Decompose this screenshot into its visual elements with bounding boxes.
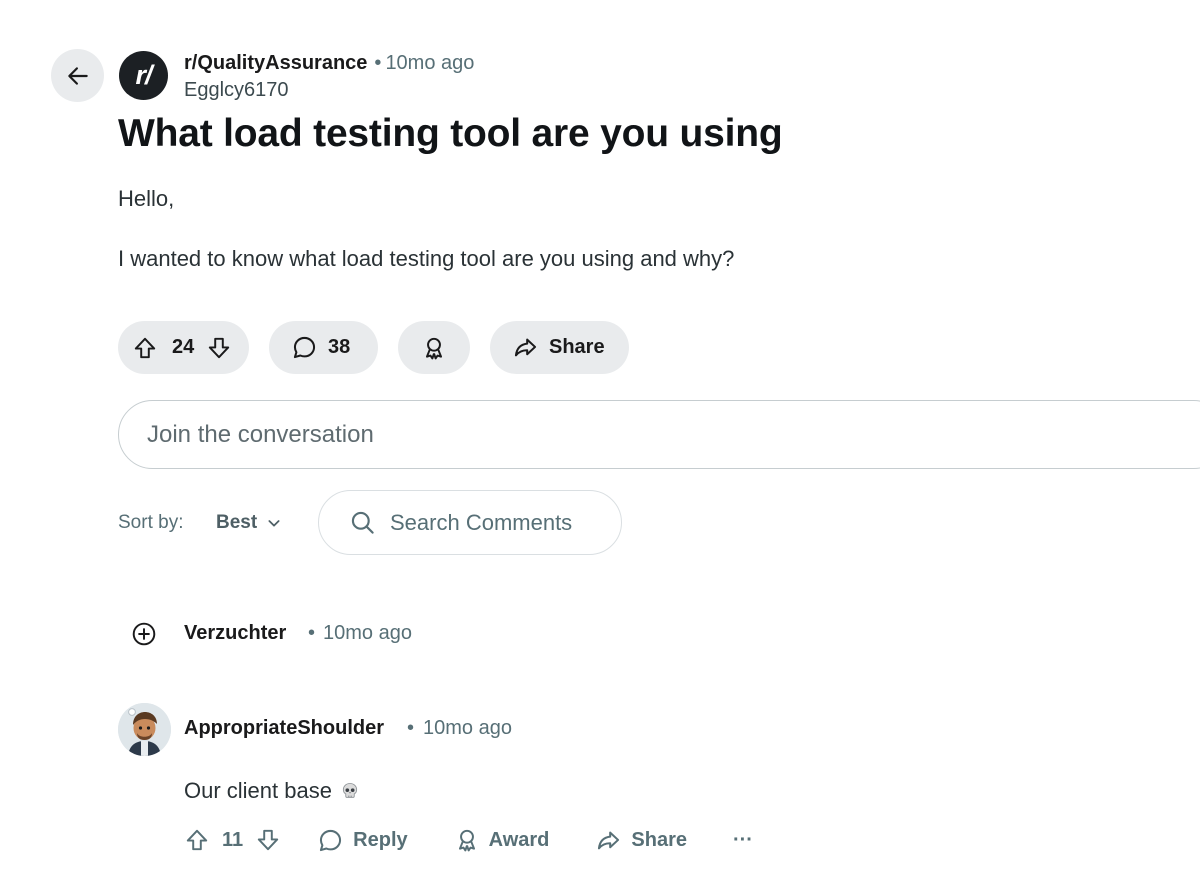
- sort-value: Best: [216, 512, 258, 533]
- back-arrow-icon: [65, 63, 91, 89]
- sort-dropdown[interactable]: Best: [216, 512, 282, 534]
- award-icon: [454, 827, 480, 853]
- share-button[interactable]: Share: [490, 321, 629, 374]
- subreddit-name[interactable]: r/QualityAssurance: [184, 52, 367, 74]
- more-options-button[interactable]: ···: [733, 829, 753, 852]
- expand-plus-icon[interactable]: [131, 621, 157, 647]
- comment-action-bar: 11 Reply Award Share ···: [184, 823, 753, 857]
- comment-meta-separator: •: [407, 717, 415, 739]
- comment-author[interactable]: Verzuchter: [184, 622, 286, 645]
- more-icon: ···: [732, 828, 753, 851]
- comment-icon: [317, 827, 344, 854]
- comment-author[interactable]: AppropriateShoulder: [184, 717, 384, 740]
- downvote-icon[interactable]: [206, 335, 232, 361]
- upvote-icon[interactable]: [184, 827, 210, 853]
- back-button[interactable]: [51, 49, 104, 102]
- join-conversation-input[interactable]: Join the conversation: [118, 400, 1200, 469]
- comment-age: 10mo ago: [423, 717, 512, 739]
- comment-share-button[interactable]: Share: [595, 827, 687, 854]
- comment-count: 38: [328, 336, 351, 358]
- post-age: 10mo ago: [385, 52, 475, 74]
- post-body-line-2: I wanted to know what load testing tool …: [118, 246, 735, 271]
- comment-meta-separator: •: [308, 622, 316, 644]
- post-vote-group: 24: [118, 321, 249, 374]
- join-conversation-placeholder: Join the conversation: [147, 420, 374, 448]
- comment-vote-count: 11: [222, 828, 244, 851]
- comment-age: 10mo ago: [323, 622, 412, 644]
- award-label: Award: [488, 828, 550, 851]
- avatar[interactable]: [118, 703, 171, 756]
- subreddit-logo[interactable]: r/: [119, 51, 168, 100]
- post-meta: r/QualityAssurance • 10mo ago: [184, 52, 474, 75]
- share-label: Share: [549, 336, 605, 358]
- award-icon: [421, 335, 447, 361]
- comment-body: Our client base: [184, 778, 360, 804]
- search-comments-input[interactable]: Search Comments: [318, 490, 622, 555]
- chevron-down-icon: [257, 515, 282, 531]
- search-comments-placeholder: Search Comments: [390, 509, 573, 535]
- award-button[interactable]: [398, 321, 470, 374]
- post-body-line-1: Hello,: [118, 186, 175, 211]
- comment-vote-group: 11: [184, 827, 281, 853]
- skull-icon: [340, 781, 360, 801]
- post-title: What load testing tool are you using: [118, 112, 783, 155]
- downvote-icon[interactable]: [255, 827, 281, 853]
- comment-award-button[interactable]: Award: [454, 827, 550, 853]
- upvote-icon[interactable]: [132, 335, 158, 361]
- reply-label: Reply: [353, 828, 408, 851]
- post-author[interactable]: Egglcy6170: [184, 79, 289, 102]
- meta-separator: •: [374, 52, 382, 74]
- comment-icon: [291, 334, 318, 361]
- share-icon: [595, 827, 622, 854]
- search-icon: [349, 509, 390, 536]
- sort-label: Sort by:: [118, 512, 184, 533]
- share-label: Share: [631, 828, 687, 851]
- post-vote-count: 24: [172, 336, 195, 358]
- comments-button[interactable]: 38: [269, 321, 378, 374]
- comment-text: Our client base: [184, 778, 332, 803]
- reply-button[interactable]: Reply: [317, 827, 408, 854]
- share-icon: [512, 334, 539, 361]
